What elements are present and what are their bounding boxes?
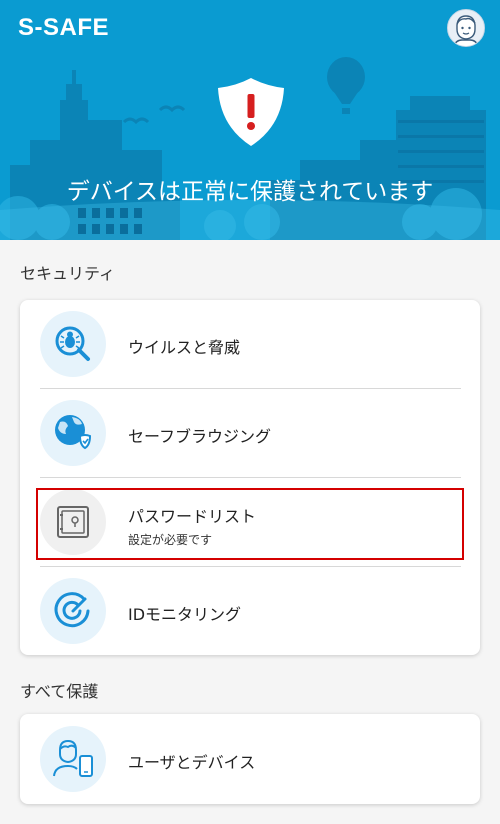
list-item-id-monitoring[interactable]: IDモニタリング [20,567,480,655]
list-item-safe-browsing[interactable]: セーフブラウジング [20,389,480,477]
highlight-box [36,488,464,560]
hero-banner: S-SAFE デバイスは正常に保護されています [0,0,500,240]
section-label-security: セキュリティ [20,264,116,283]
globe-shield-icon [40,400,106,466]
app-title: S-SAFE [18,14,110,41]
list-item-virus-threats[interactable]: ウイルスと脅威 [20,300,480,388]
security-card: ウイルスと脅威 セーフブラウジング パスワードリスト 設定が必要です IDモニタ… [20,300,480,655]
protection-status-text: デバイスは正常に保護されています [66,179,434,205]
alert-shield-icon [218,78,284,146]
virus-search-icon [40,311,106,377]
item-label: ユーザとデバイス [128,753,256,772]
user-avatar-icon[interactable] [447,9,485,47]
protect-all-card: ユーザとデバイス [20,714,480,804]
item-label: ウイルスと脅威 [128,338,241,357]
item-label: IDモニタリング [128,605,242,624]
radar-icon [40,578,106,644]
list-item-users-devices[interactable]: ユーザとデバイス [20,714,480,804]
user-device-icon [40,726,106,792]
section-label-protect-all: すべて保護 [20,682,99,701]
item-label: セーフブラウジング [128,427,272,446]
